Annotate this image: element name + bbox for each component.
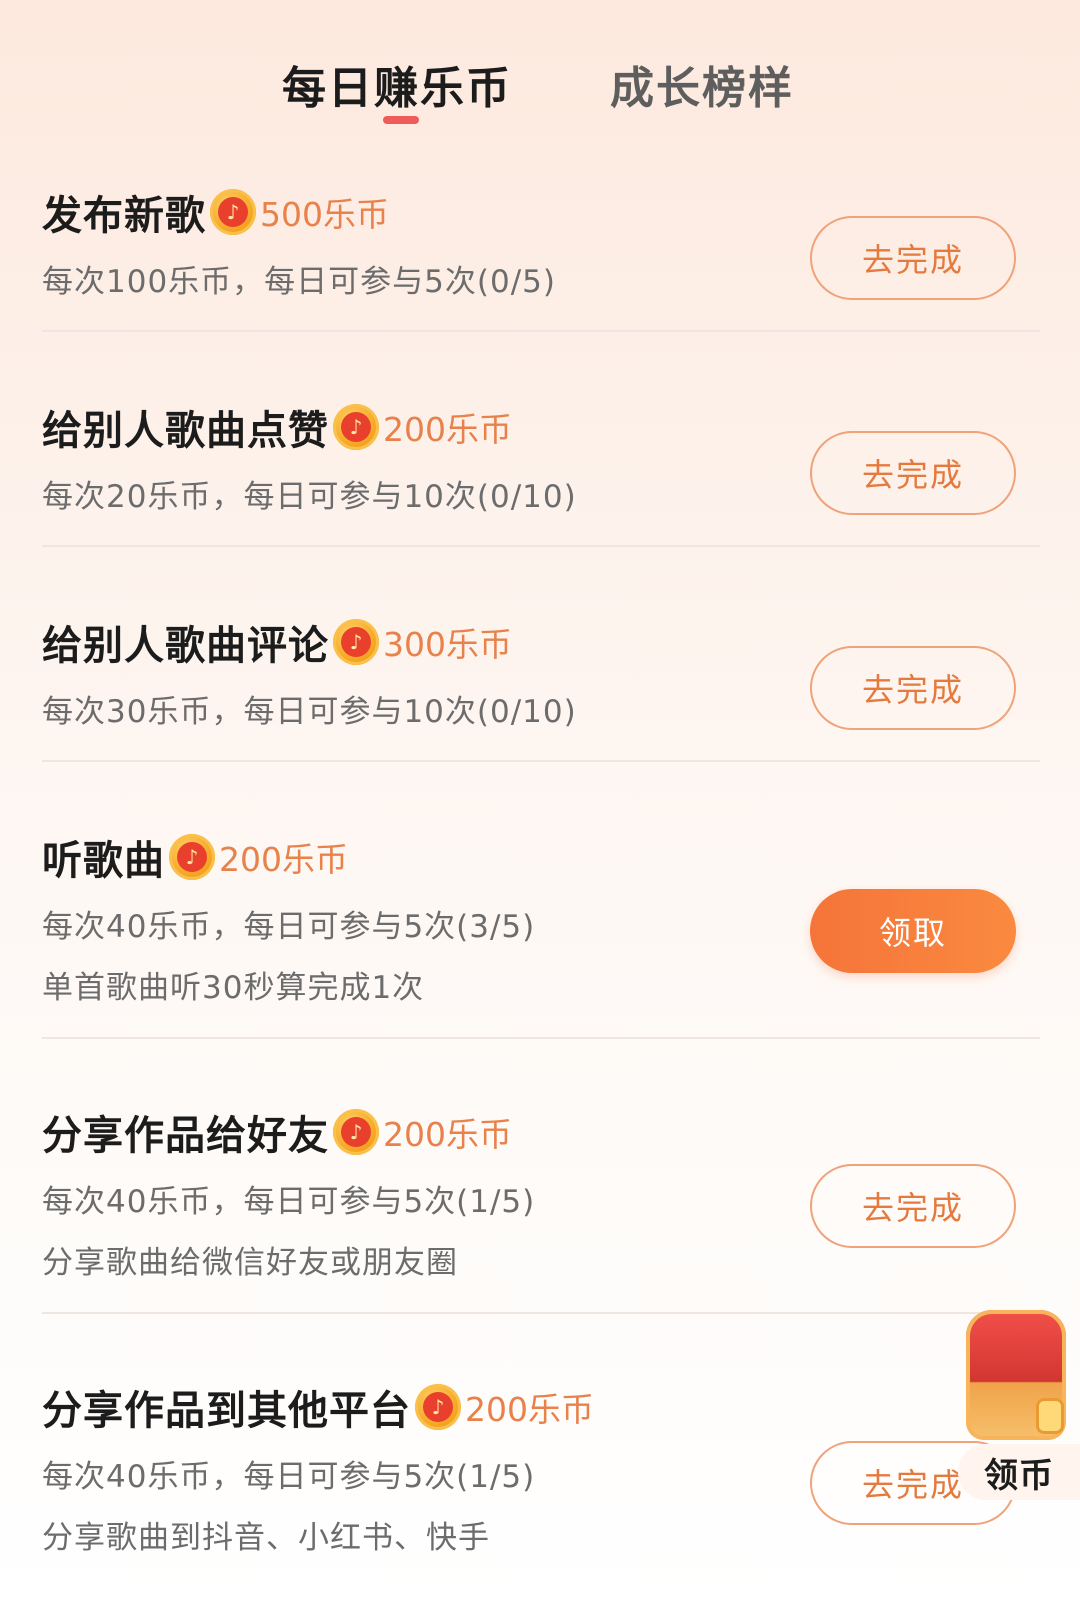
task-title-row: 分享作品到其他平台 ♪ 200乐币 [42,1377,594,1437]
divider [42,1037,1040,1039]
task-desc: 每次30乐币，每日可参与10次(0/10) [42,694,577,730]
tab-daily-coins[interactable]: 每日赚乐币 [282,52,512,116]
music-coin-icon: ♪ [333,619,379,665]
floating-coin-label[interactable]: 领币 [958,1444,1080,1500]
music-coin-icon: ♪ [333,1109,379,1155]
go-complete-button[interactable]: 去完成 [810,1164,1016,1248]
active-tab-indicator [383,116,419,124]
task-reward: 200乐币 [383,410,512,449]
task-title: 发布新歌 [42,193,206,239]
task-desc: 每次40乐币，每日可参与5次(1/5) [42,1184,536,1220]
task-reward: 500乐币 [260,195,389,234]
task-desc: 每次40乐币，每日可参与5次(3/5) [42,909,536,945]
task-desc: 每次20乐币，每日可参与10次(0/10) [42,479,577,515]
task-title: 分享作品给好友 [42,1113,329,1159]
go-complete-button[interactable]: 去完成 [810,646,1016,730]
music-coin-icon: ♪ [169,834,215,880]
task-title-row: 发布新歌 ♪ 500乐币 [42,182,389,242]
music-coin-icon: ♪ [415,1384,461,1430]
divider [42,330,1040,332]
task-desc: 每次100乐币，每日可参与5次(0/5) [42,264,556,300]
task-title-row: 听歌曲 ♪ 200乐币 [42,827,348,887]
task-reward: 200乐币 [219,840,348,879]
music-coin-icon: ♪ [210,189,256,235]
task-reward: 200乐币 [465,1390,594,1429]
task-note: 单首歌曲听30秒算完成1次 [42,970,425,1006]
go-complete-button[interactable]: 去完成 [810,431,1016,515]
task-title-row: 给别人歌曲评论 ♪ 300乐币 [42,612,512,672]
task-note: 分享歌曲给微信好友或朋友圈 [42,1245,458,1281]
task-title-row: 给别人歌曲点赞 ♪ 200乐币 [42,397,512,457]
task-reward: 200乐币 [383,1115,512,1154]
task-title: 分享作品到其他平台 [42,1388,411,1434]
task-title: 给别人歌曲点赞 [42,408,329,454]
chest-lock-icon [1036,1398,1064,1434]
go-complete-button[interactable]: 去完成 [810,216,1016,300]
task-title: 给别人歌曲评论 [42,623,329,669]
task-desc: 每次40乐币，每日可参与5次(1/5) [42,1459,536,1495]
claim-button[interactable]: 领取 [810,889,1016,973]
floating-coin-widget[interactable]: 领币 [958,1310,1080,1510]
task-reward: 300乐币 [383,625,512,664]
divider [42,545,1040,547]
task-title: 听歌曲 [42,838,165,884]
divider [42,760,1040,762]
task-title-row: 分享作品给好友 ♪ 200乐币 [42,1102,512,1162]
music-coin-icon: ♪ [333,404,379,450]
task-note: 分享歌曲到抖音、小红书、快手 [42,1520,490,1556]
divider [42,1312,1040,1314]
tab-growth-model[interactable]: 成长榜样 [610,52,794,116]
tab-bar: 每日赚乐币 成长榜样 [0,40,1080,140]
